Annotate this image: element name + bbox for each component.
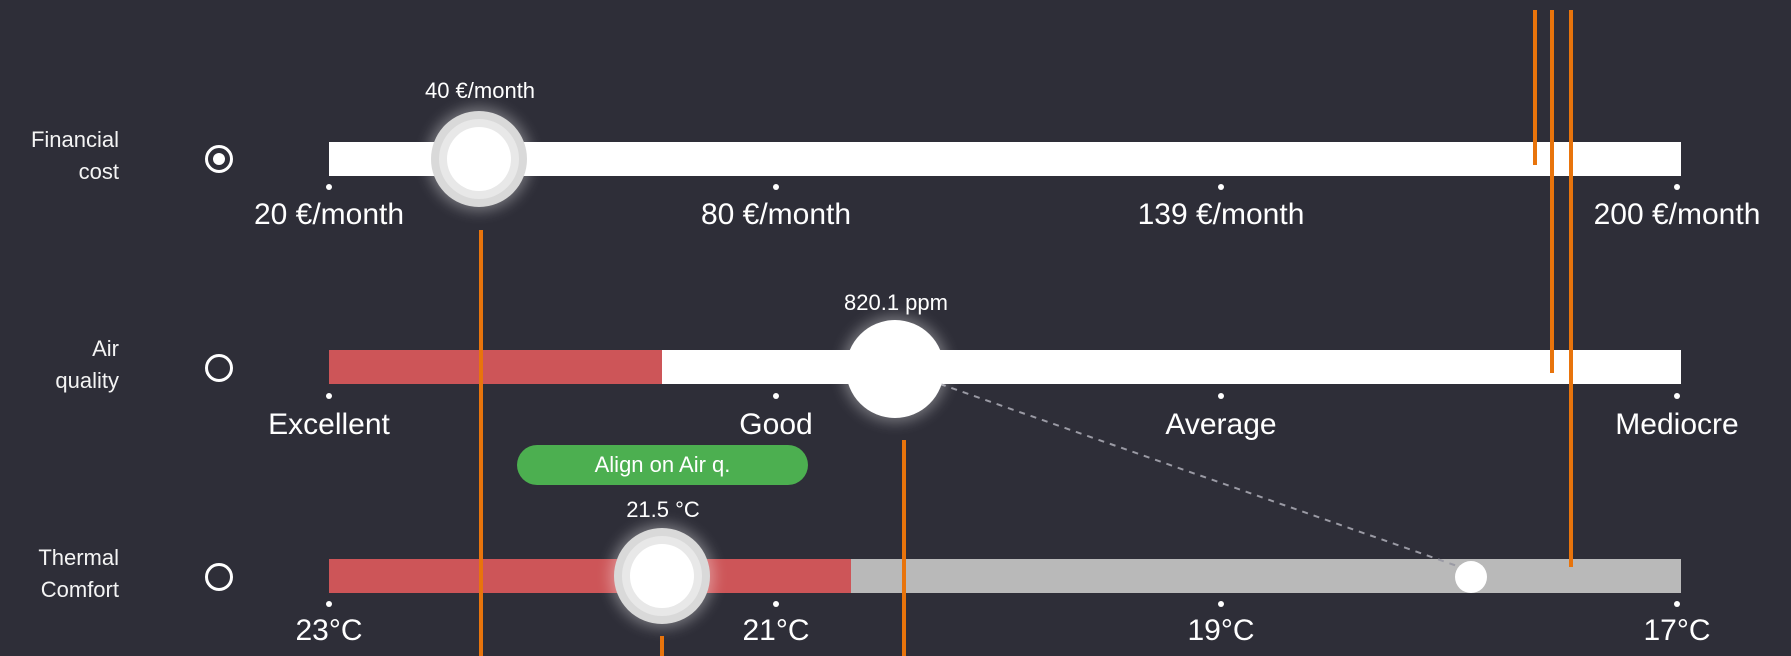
air-quality-slider-knob[interactable]: [846, 320, 944, 418]
annotation-line: [479, 230, 483, 656]
annotation-line: [660, 636, 664, 656]
annotation-line: [1533, 10, 1537, 165]
annotation-line: [1569, 10, 1573, 567]
preference-sliders-panel: Financial cost 40 €/month 20 €/month 80 …: [0, 0, 1791, 656]
annotation-line: [1550, 10, 1554, 373]
annotation-line: [902, 440, 906, 656]
